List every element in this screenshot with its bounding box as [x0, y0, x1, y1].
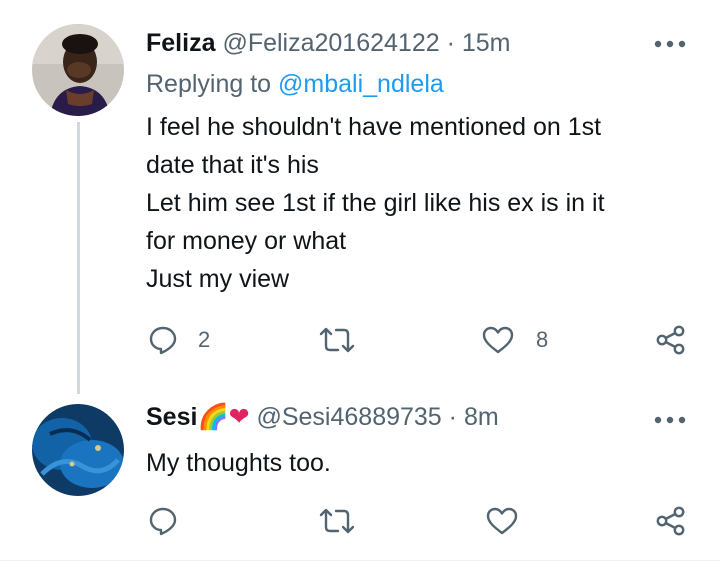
tweet[interactable]: Feliza @Feliza201624122 · 15m Replying t… [0, 0, 720, 394]
replying-handle-link[interactable]: @mbali_ndlela [278, 70, 444, 98]
more-horizontal-icon[interactable] [652, 36, 688, 52]
timestamp[interactable]: 15m [462, 29, 511, 57]
heart-icon [482, 326, 514, 354]
name-emoji: 🌈❤ [197, 402, 250, 431]
avatar[interactable] [32, 404, 124, 496]
tweet-text-line: Let him see 1st if the girl like his ex … [146, 189, 605, 217]
retweet-button[interactable] [318, 507, 356, 535]
user-handle[interactable]: @Feliza201624122 [222, 29, 439, 57]
share-icon [655, 505, 687, 537]
share-button[interactable] [655, 324, 687, 356]
like-button[interactable] [486, 507, 518, 535]
reply-button[interactable] [148, 506, 178, 536]
share-icon [655, 324, 687, 356]
tweet-text-line: My thoughts too. [146, 449, 331, 477]
reply-button[interactable]: 2 [148, 325, 210, 355]
tweet-text-line: Just my view [146, 265, 290, 293]
separator: · [448, 403, 457, 431]
like-button[interactable]: 8 [482, 326, 548, 354]
retweet-icon [318, 326, 356, 354]
heart-icon [486, 507, 518, 535]
reply-count: 2 [198, 327, 211, 352]
thread-line [77, 122, 80, 394]
tweet-header: Feliza @Feliza201624122 · 15m [146, 28, 511, 58]
reply-icon [148, 506, 178, 536]
reply-icon [148, 325, 178, 355]
avatar[interactable] [32, 24, 124, 116]
replying-to: Replying to @mbali_ndlela [146, 67, 444, 101]
display-name[interactable]: Feliza [146, 29, 215, 57]
timestamp[interactable]: 8m [464, 403, 499, 431]
retweet-button[interactable] [318, 326, 356, 354]
more-horizontal-icon[interactable] [652, 412, 688, 428]
tweet-text: My thoughts too. [146, 444, 331, 482]
divider [0, 560, 720, 561]
like-count: 8 [536, 327, 549, 352]
tweet-text: I feel he shouldn't have mentioned on 1s… [146, 108, 605, 298]
tweet-text-line: date that it's his [146, 151, 319, 179]
display-name[interactable]: Sesi [146, 403, 197, 431]
tweet-text-line: I feel he shouldn't have mentioned on 1s… [146, 113, 602, 141]
tweet-header: Sesi🌈❤ @Sesi46889735 · 8m [146, 402, 499, 432]
replying-label: Replying to [146, 70, 272, 98]
tweet-text-line: for money or what [146, 227, 347, 255]
user-handle[interactable]: @Sesi46889735 [256, 403, 441, 431]
retweet-icon [318, 507, 356, 535]
share-button[interactable] [655, 505, 687, 537]
separator: · [446, 29, 455, 57]
